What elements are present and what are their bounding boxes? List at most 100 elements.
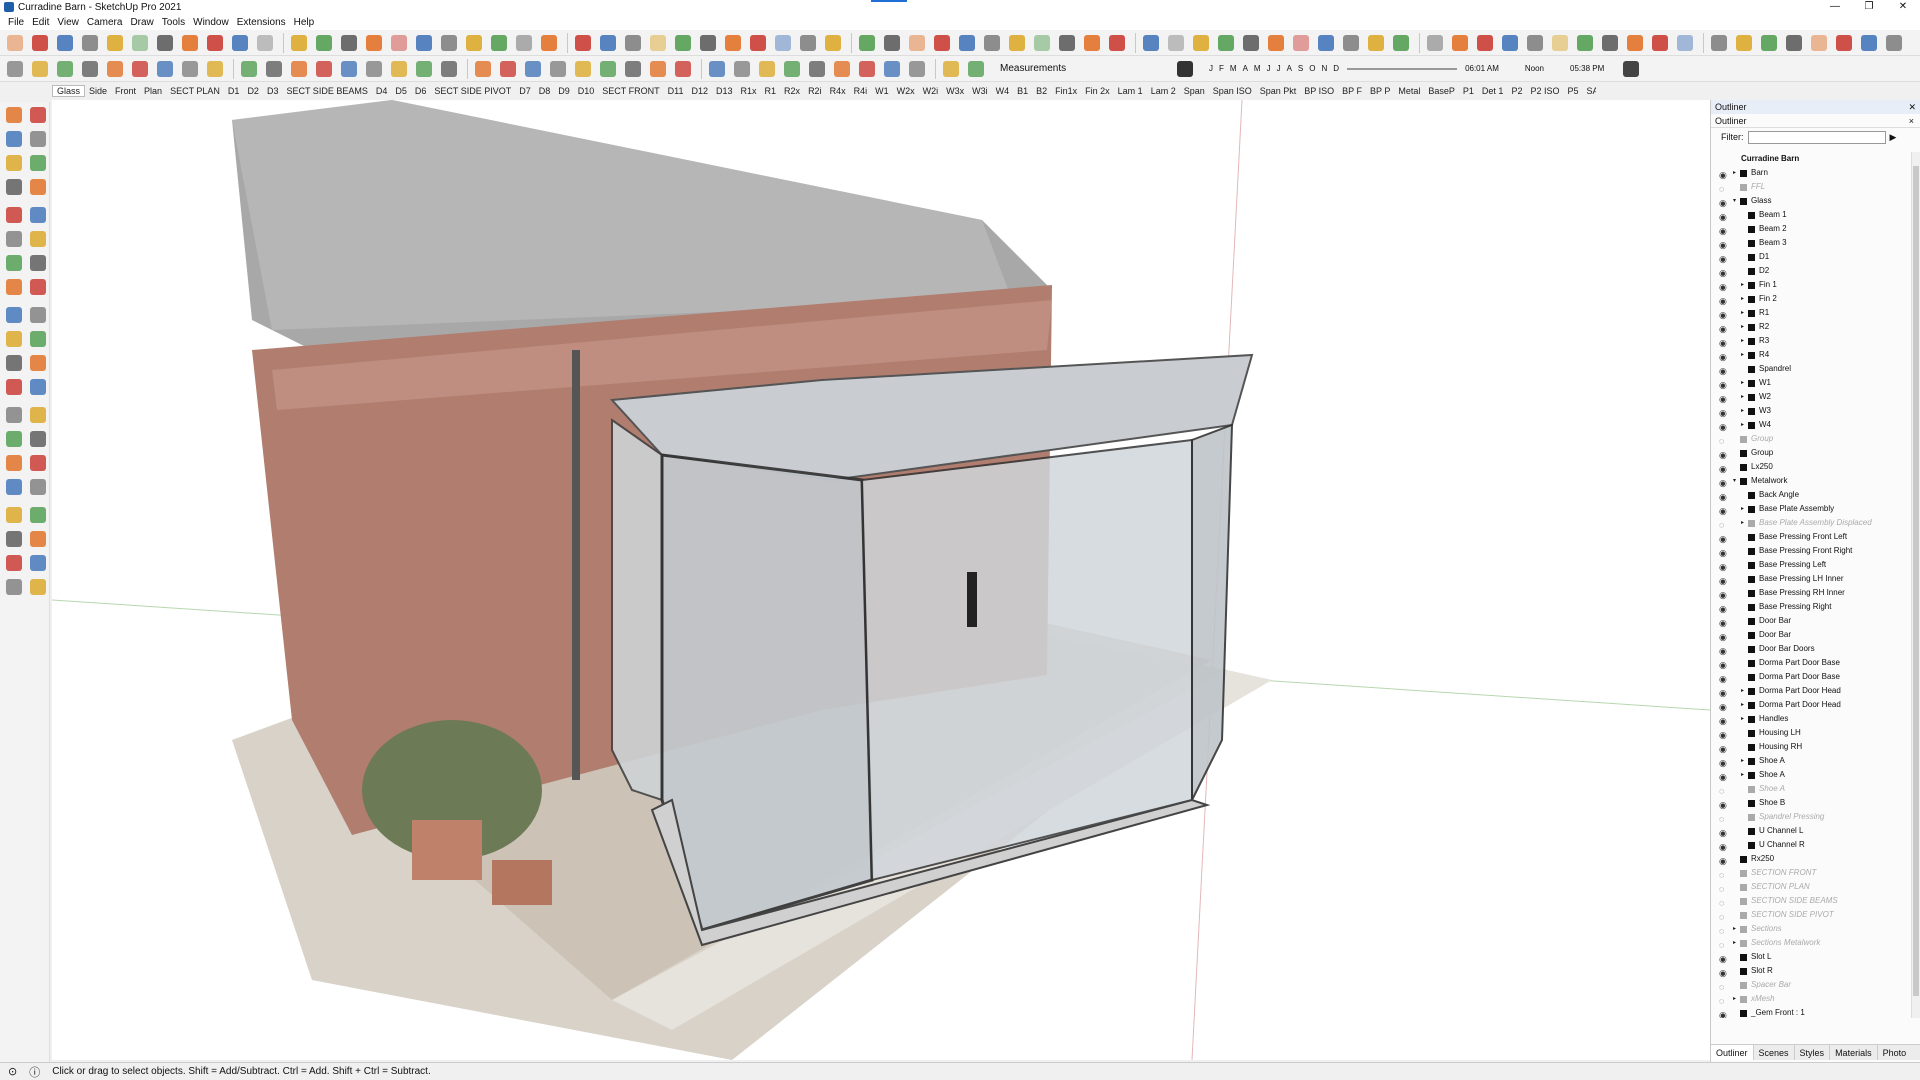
extension-tool-icon[interactable] <box>1215 32 1237 54</box>
scene-tab[interactable]: Lam 1 <box>1114 86 1147 96</box>
expand-toggle-icon[interactable]: ▸ <box>1741 768 1744 782</box>
drawing-tool-icon[interactable] <box>3 176 25 198</box>
drawing-tool-icon[interactable] <box>3 576 25 598</box>
expand-toggle-icon[interactable]: ▸ <box>1741 306 1744 320</box>
scene-tab[interactable]: W3i <box>968 86 992 96</box>
extension-tool-icon[interactable] <box>1240 32 1262 54</box>
extension-tool-icon[interactable] <box>1031 32 1053 54</box>
drawing-tool-icon[interactable] <box>28 328 50 350</box>
scene-tab[interactable]: BP ISO <box>1300 86 1338 96</box>
extension-tool-icon[interactable] <box>622 32 644 54</box>
model-viewport[interactable] <box>52 100 1710 1060</box>
extension-tool-icon[interactable] <box>463 32 485 54</box>
drawing-tool-icon[interactable] <box>3 304 25 326</box>
extension-tool-icon[interactable] <box>822 32 844 54</box>
drawing-tool-icon[interactable] <box>28 476 50 498</box>
extension-tool-icon[interactable] <box>413 32 435 54</box>
panel-tab[interactable]: Materials <box>1830 1045 1878 1060</box>
scene-tab[interactable]: W3x <box>942 86 968 96</box>
outliner-item[interactable]: ◌ ▸ Sections <box>1711 922 1911 936</box>
main-tool-icon[interactable] <box>388 58 410 80</box>
expand-toggle-icon[interactable]: ▸ <box>1741 348 1744 362</box>
outliner-item[interactable]: ◉ ▸ Dorma Part Door Head <box>1711 698 1911 712</box>
extension-tool-icon[interactable] <box>1574 32 1596 54</box>
shadow-month-label[interactable]: N <box>1322 64 1328 73</box>
outliner-section-header[interactable]: Outliner × <box>1711 114 1920 128</box>
outliner-item[interactable]: ◌ ▸ Sections Metalwork <box>1711 936 1911 950</box>
main-tool-icon[interactable] <box>179 58 201 80</box>
scene-tab[interactable]: W1 <box>871 86 893 96</box>
film-icon[interactable] <box>1620 58 1642 80</box>
shadow-month-label[interactable]: J <box>1209 64 1213 73</box>
outliner-item[interactable]: ◉ U Channel L <box>1711 824 1911 838</box>
main-tool-icon[interactable] <box>497 58 519 80</box>
scene-tab[interactable]: BP P <box>1366 86 1394 96</box>
extension-tool-icon[interactable] <box>29 32 51 54</box>
scene-tab[interactable]: Side <box>85 86 111 96</box>
visibility-eye-icon[interactable]: ◉ <box>1719 1008 1727 1018</box>
extension-tool-icon[interactable] <box>1190 32 1212 54</box>
main-tool-icon[interactable] <box>572 58 594 80</box>
extension-tool-icon[interactable] <box>288 32 310 54</box>
main-tool-icon[interactable] <box>363 58 385 80</box>
menu-draw[interactable]: Draw <box>126 17 157 28</box>
extension-tool-icon[interactable] <box>1449 32 1471 54</box>
main-tool-icon[interactable] <box>472 58 494 80</box>
main-tool-icon[interactable] <box>338 58 360 80</box>
main-tool-icon[interactable] <box>547 58 569 80</box>
outliner-item[interactable]: ◌ SECTION FRONT <box>1711 866 1911 880</box>
outliner-item[interactable]: ◉ Rx250 <box>1711 852 1911 866</box>
main-tool-icon[interactable] <box>672 58 694 80</box>
outliner-item[interactable]: ◉ Housing LH <box>1711 726 1911 740</box>
drawing-tool-icon[interactable] <box>3 376 25 398</box>
outliner-item[interactable]: ◉ Lx250 <box>1711 460 1911 474</box>
drawing-tool-icon[interactable] <box>3 252 25 274</box>
extension-tool-icon[interactable] <box>1424 32 1446 54</box>
outliner-item[interactable]: ◉ ▸ Fin 2 <box>1711 292 1911 306</box>
outliner-item[interactable]: ◉ Base Pressing Left <box>1711 558 1911 572</box>
main-tool-icon[interactable] <box>438 58 460 80</box>
drawing-tool-icon[interactable] <box>3 104 25 126</box>
outliner-item[interactable]: ◉ ▸ Shoe A <box>1711 768 1911 782</box>
drawing-tool-icon[interactable] <box>3 128 25 150</box>
scene-tab[interactable]: D12 <box>687 86 712 96</box>
main-tool-icon[interactable] <box>940 58 962 80</box>
extension-tool-icon[interactable] <box>79 32 101 54</box>
main-tool-icon[interactable] <box>154 58 176 80</box>
shadow-month-label[interactable]: D <box>1333 64 1339 73</box>
extension-tool-icon[interactable] <box>1549 32 1571 54</box>
outliner-item[interactable]: ◌ Group <box>1711 432 1911 446</box>
main-tool-icon[interactable] <box>881 58 903 80</box>
scene-tab[interactable]: SAA <box>1582 86 1596 96</box>
scene-tab[interactable]: W2x <box>893 86 919 96</box>
scene-tab[interactable]: P5 <box>1563 86 1582 96</box>
scene-tab[interactable]: R4x <box>826 86 850 96</box>
outliner-item[interactable]: ◉ Beam 3 <box>1711 236 1911 250</box>
extension-tool-icon[interactable] <box>1499 32 1521 54</box>
scene-tab[interactable]: Span ISO <box>1209 86 1256 96</box>
extension-tool-icon[interactable] <box>438 32 460 54</box>
menu-extensions[interactable]: Extensions <box>233 17 290 28</box>
scene-tab[interactable]: BP F <box>1338 86 1366 96</box>
scene-tab[interactable]: B1 <box>1013 86 1032 96</box>
extension-tool-icon[interactable] <box>1390 32 1412 54</box>
scene-tab[interactable]: Lam 2 <box>1147 86 1180 96</box>
expand-toggle-icon[interactable]: ▸ <box>1741 376 1744 390</box>
expand-toggle-icon[interactable]: ▸ <box>1741 418 1744 432</box>
drawing-tool-icon[interactable] <box>3 152 25 174</box>
outliner-item[interactable]: ◉ ▸ Barn <box>1711 166 1911 180</box>
main-tool-icon[interactable] <box>965 58 987 80</box>
extension-tool-icon[interactable] <box>179 32 201 54</box>
outliner-item[interactable]: ◉ Base Pressing LH Inner <box>1711 572 1911 586</box>
extension-tool-icon[interactable] <box>747 32 769 54</box>
geolocation-icon[interactable]: ⊙ <box>8 1065 17 1078</box>
drawing-tool-icon[interactable] <box>3 228 25 250</box>
extension-tool-icon[interactable] <box>1883 32 1905 54</box>
extension-tool-icon[interactable] <box>697 32 719 54</box>
outliner-item[interactable]: ◉ Shoe B <box>1711 796 1911 810</box>
expand-toggle-icon[interactable]: ▸ <box>1741 698 1744 712</box>
outliner-item[interactable]: ◉ ▸ W1 <box>1711 376 1911 390</box>
main-tool-icon[interactable] <box>4 58 26 80</box>
model-scene[interactable] <box>52 100 1710 1060</box>
menu-window[interactable]: Window <box>189 17 233 28</box>
